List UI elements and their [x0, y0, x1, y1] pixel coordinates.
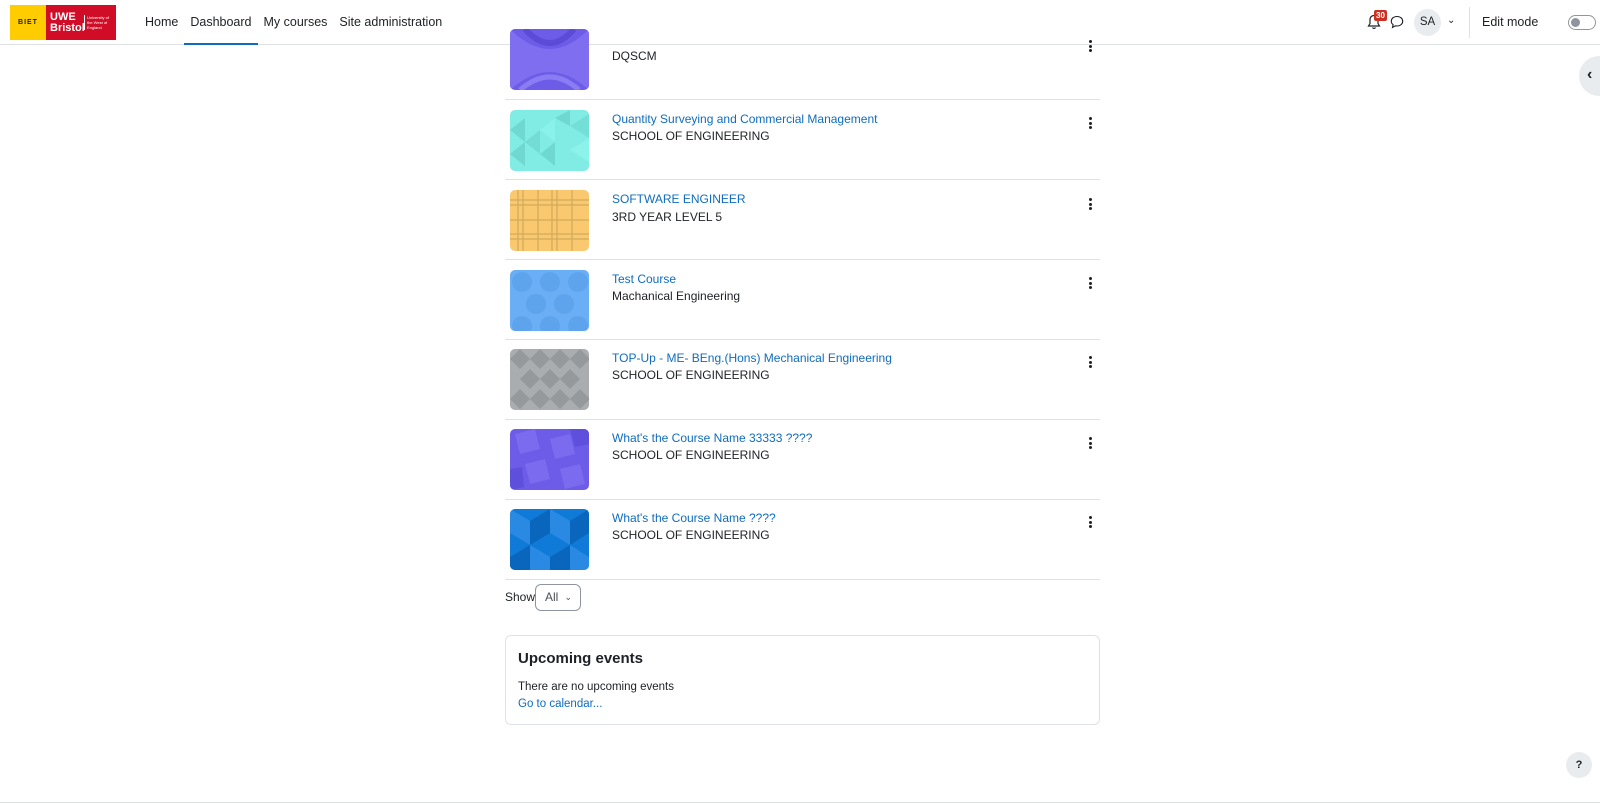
course-pattern-image — [510, 110, 589, 166]
edit-mode-label: Edit mode — [1482, 15, 1539, 29]
course-thumbnail[interactable] — [510, 509, 589, 570]
course-category: SCHOOL OF ENGINEERING — [612, 528, 770, 542]
course-actions-kebab-icon[interactable] — [1089, 40, 1093, 52]
course-pattern-image — [510, 190, 589, 251]
course-category: SCHOOL OF ENGINEERING — [612, 448, 770, 462]
course-name-link[interactable]: Quantity Surveying and Commercial Manage… — [612, 112, 877, 126]
course-category: 3RD YEAR LEVEL 5 — [612, 210, 723, 224]
paging-selected-value: All — [545, 590, 559, 604]
course-name-link[interactable]: Test Course — [612, 272, 676, 286]
course-actions-kebab-icon[interactable] — [1089, 437, 1093, 449]
course-name-link[interactable]: SOFTWARE ENGINEER — [612, 192, 746, 206]
messages-chat-icon[interactable] — [1390, 15, 1404, 29]
uwe-logo-subtext: University of the West of England — [84, 15, 110, 30]
navbar-divider — [1469, 7, 1470, 38]
no-events-text: There are no upcoming events — [518, 681, 674, 693]
nav-site-administration[interactable]: Site administration — [333, 0, 448, 45]
course-list-item: Quantity Surveying and Commercial Manage… — [505, 100, 1100, 180]
edit-mode-toggle[interactable] — [1568, 15, 1596, 30]
chevron-left-icon: ‹ — [1587, 66, 1593, 83]
course-thumbnail[interactable] — [510, 349, 589, 410]
show-label: Show — [505, 590, 536, 604]
user-menu-chevron-down-icon[interactable]: ⌄ — [1447, 15, 1455, 26]
course-thumbnail[interactable] — [510, 29, 589, 90]
course-pattern-image — [510, 29, 589, 90]
paging-select[interactable]: All ⌄ — [535, 584, 581, 611]
open-block-drawer-button[interactable]: ‹ — [1579, 56, 1600, 96]
site-logo[interactable]: BIET UWE Bristol University of the West … — [10, 5, 116, 40]
course-name-link[interactable]: TOP-Up - ME- BEng.(Hons) Mechanical Engi… — [612, 351, 892, 365]
uwe-logo-text: UWE Bristol — [50, 10, 85, 34]
course-thumbnail[interactable] — [510, 270, 589, 331]
course-category: DQSCM — [612, 49, 657, 63]
course-list-item: What's the Course Name ???? SCHOOL OF EN… — [505, 500, 1100, 580]
uwe-logo: UWE Bristol University of the West of En… — [46, 5, 116, 40]
course-pattern-image — [512, 272, 588, 331]
course-actions-kebab-icon[interactable] — [1089, 516, 1093, 528]
course-list-item: TOP-Up - ME- BEng.(Hons) Mechanical Engi… — [505, 340, 1100, 420]
nav-dashboard[interactable]: Dashboard — [184, 0, 258, 45]
course-pattern-image — [510, 429, 589, 490]
course-thumbnail[interactable] — [510, 110, 589, 171]
course-actions-kebab-icon[interactable] — [1089, 198, 1093, 210]
course-pattern-image — [510, 509, 589, 570]
course-thumbnail[interactable] — [510, 429, 589, 490]
course-category: SCHOOL OF ENGINEERING — [612, 368, 770, 382]
primary-navigation: Home Dashboard My courses Site administr… — [139, 0, 448, 45]
course-list-item: DQSCM — [505, 20, 1100, 100]
help-button[interactable]: ? — [1566, 752, 1592, 778]
course-thumbnail[interactable] — [510, 190, 589, 251]
biet-logo: BIET — [10, 5, 46, 40]
course-actions-kebab-icon[interactable] — [1089, 277, 1093, 289]
nav-my-courses[interactable]: My courses — [258, 0, 334, 45]
upcoming-events-block: Upcoming events There are no upcoming ev… — [505, 635, 1100, 725]
footer-divider — [0, 802, 1600, 803]
upcoming-events-title: Upcoming events — [518, 650, 644, 667]
course-pattern-image — [510, 349, 589, 409]
course-name-link[interactable]: What's the Course Name ???? — [612, 511, 776, 525]
course-list-item: Test Course Machanical Engineering — [505, 260, 1100, 340]
course-name-link[interactable]: What's the Course Name 33333 ???? — [612, 431, 812, 445]
chevron-down-icon: ⌄ — [564, 592, 572, 602]
course-actions-kebab-icon[interactable] — [1089, 356, 1093, 368]
course-category: SCHOOL OF ENGINEERING — [612, 129, 770, 143]
notifications-count-badge: 30 — [1374, 10, 1387, 21]
user-avatar[interactable]: SA — [1414, 9, 1441, 36]
go-to-calendar-link[interactable]: Go to calendar... — [518, 698, 602, 710]
course-list-item: What's the Course Name 33333 ???? SCHOOL… — [505, 420, 1100, 500]
nav-home[interactable]: Home — [139, 0, 184, 45]
course-category: Machanical Engineering — [612, 289, 741, 303]
course-list-item: SOFTWARE ENGINEER 3RD YEAR LEVEL 5 — [505, 180, 1100, 260]
course-actions-kebab-icon[interactable] — [1089, 117, 1093, 129]
